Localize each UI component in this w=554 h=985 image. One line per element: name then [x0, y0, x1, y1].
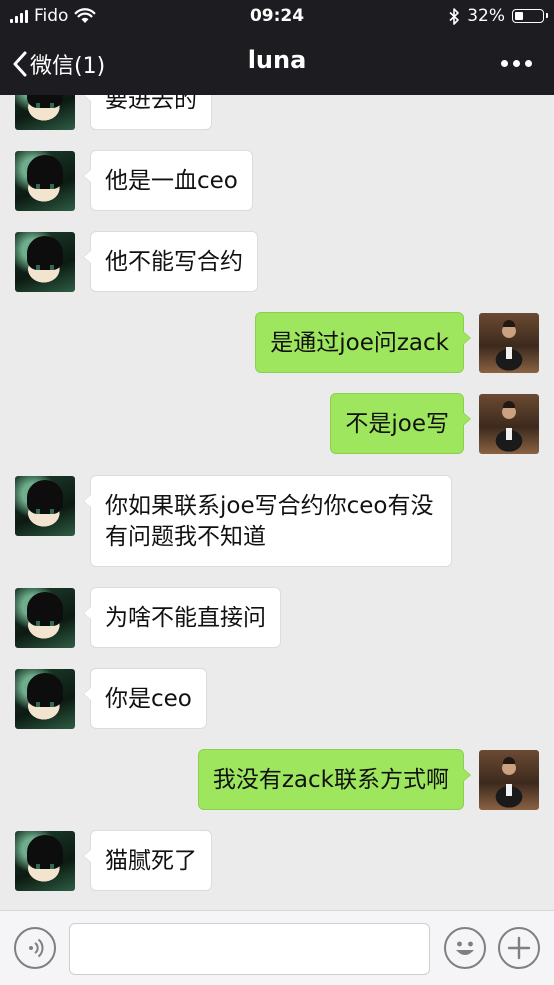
chat-area[interactable]: 要进去的 他是一血ceo 他不能写合约 是通过joe问zack 不是joe写 你…	[0, 0, 554, 910]
contact-avatar[interactable]	[15, 669, 75, 729]
message-bubble-incoming[interactable]: 他不能写合约	[83, 231, 258, 292]
voice-button[interactable]	[14, 927, 56, 969]
my-avatar[interactable]	[479, 750, 539, 810]
message-text: 他不能写合约	[105, 249, 243, 275]
my-avatar[interactable]	[479, 394, 539, 454]
my-avatar[interactable]	[479, 313, 539, 373]
plus-button[interactable]	[498, 927, 540, 969]
contact-avatar[interactable]	[15, 232, 75, 292]
battery-icon	[512, 9, 548, 23]
message-text: 我没有zack联系方式啊	[212, 767, 449, 793]
message-bubble-outgoing[interactable]: 我没有zack联系方式啊	[197, 749, 472, 810]
message-text: 你是ceo	[105, 686, 192, 712]
message-bubble-outgoing[interactable]: 不是joe写	[330, 393, 471, 454]
message-bubble-incoming[interactable]: 你如果联系joe写合约你ceo有没有问题我不知道	[83, 475, 452, 567]
contact-avatar[interactable]	[15, 831, 75, 891]
message-text: 不是joe写	[345, 411, 449, 437]
chat-title: luna	[247, 46, 307, 74]
status-bar: Fido 09:24 32%	[0, 0, 554, 34]
message-bubble-incoming[interactable]: 你是ceo	[83, 668, 207, 729]
message-bubble-outgoing[interactable]: 是通过joe问zack	[255, 312, 471, 373]
input-bar	[0, 910, 554, 985]
contact-avatar[interactable]	[15, 476, 75, 536]
message-text: 是通过joe问zack	[270, 330, 449, 356]
emoji-icon	[456, 941, 474, 955]
ellipsis-icon	[501, 60, 508, 67]
message-bubble-incoming[interactable]: 猫腻死了	[83, 830, 212, 891]
message-text: 他是一血ceo	[105, 168, 238, 194]
message-text: 为啥不能直接问	[105, 605, 266, 631]
message-bubble-incoming[interactable]: 为啥不能直接问	[83, 587, 281, 648]
message-text: 你如果联系joe写合约你ceo有没有问题我不知道	[105, 493, 434, 550]
contact-avatar[interactable]	[15, 151, 75, 211]
app-header: Fido 09:24 32% 微信(1) luna	[0, 0, 554, 95]
contact-avatar[interactable]	[15, 588, 75, 648]
message-bubble-incoming[interactable]: 他是一血ceo	[83, 150, 253, 211]
message-text: 猫腻死了	[105, 848, 197, 874]
message-input[interactable]	[69, 923, 430, 975]
battery-fill	[515, 12, 523, 20]
emoji-button[interactable]	[444, 927, 486, 969]
nav-bar: 微信(1) luna	[0, 34, 554, 95]
plus-icon	[507, 936, 531, 960]
bluetooth-icon	[449, 7, 460, 25]
status-right-group: 32%	[449, 6, 548, 26]
more-button[interactable]	[501, 60, 532, 67]
voice-icon	[29, 938, 44, 958]
battery-percent: 32%	[467, 6, 505, 26]
